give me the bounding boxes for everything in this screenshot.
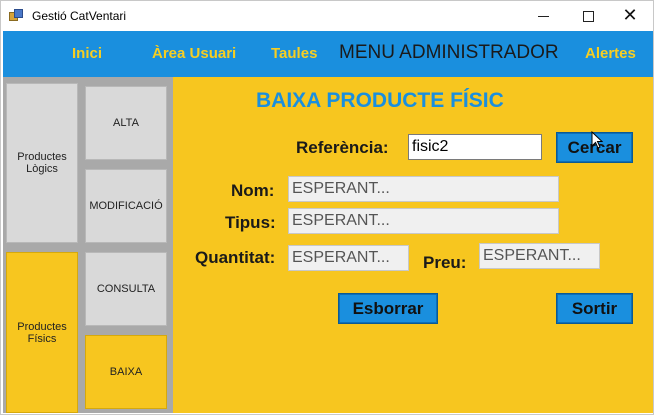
sidebar-action-label: BAIXA [109, 366, 143, 378]
sidebar-action-baixa[interactable]: BAIXA [85, 335, 167, 409]
referencia-input[interactable] [408, 134, 542, 160]
page-title: BAIXA PRODUCTE FÍSIC [256, 89, 504, 112]
referencia-label: Referència: [296, 138, 389, 157]
menu-administrador-label: MENU ADMINISTRADOR [339, 42, 559, 63]
sidebar: Productes Lògics Productes Físics ALTA M… [3, 77, 173, 413]
menu-item-inici[interactable]: Inici [72, 45, 102, 62]
sidebar-action-consulta[interactable]: CONSULTA [85, 252, 167, 326]
maximize-icon [582, 10, 594, 22]
nom-label: Nom: [231, 181, 275, 200]
app-icon [9, 9, 25, 23]
menu-item-taules[interactable]: Taules [271, 45, 317, 62]
sidebar-item-label: Físics [27, 332, 57, 345]
sidebar-item-label: Productes [17, 320, 67, 333]
close-button[interactable]: ✕ [607, 1, 653, 31]
tipus-label: Tipus: [225, 213, 276, 232]
sidebar-action-label: MODIFICACIÓ [89, 200, 163, 212]
sidebar-item-productes-fisics[interactable]: Productes Físics [6, 252, 78, 413]
form-panel: BAIXA PRODUCTE FÍSIC Referència: Cercar … [173, 77, 653, 413]
sidebar-action-label: ALTA [113, 117, 139, 129]
delete-button[interactable]: Esborrar [338, 293, 438, 324]
exit-button[interactable]: Sortir [556, 293, 633, 324]
app-window: Gestió CatVentari ✕ Inici Àrea Usuari Ta… [0, 0, 654, 415]
preu-field[interactable]: ESPERANT... [479, 243, 600, 269]
maximize-button[interactable] [565, 1, 611, 31]
title-bar[interactable]: Gestió CatVentari ✕ [1, 1, 653, 31]
sidebar-action-modificacio[interactable]: MODIFICACIÓ [85, 169, 167, 243]
tipus-field[interactable]: ESPERANT... [288, 208, 559, 234]
mouse-cursor-icon [591, 131, 603, 149]
menu-item-area-usuari[interactable]: Àrea Usuari [152, 45, 238, 62]
sidebar-action-alta[interactable]: ALTA [85, 86, 167, 160]
nom-field[interactable]: ESPERANT... [288, 176, 559, 202]
menu-bar: Inici Àrea Usuari Taules MENU ADMINISTRA… [3, 31, 653, 77]
quantitat-field[interactable]: ESPERANT... [288, 245, 409, 271]
window-title: Gestió CatVentari [32, 9, 127, 23]
menu-item-alertes[interactable]: Alertes [585, 45, 636, 62]
sidebar-action-label: CONSULTA [96, 283, 156, 295]
close-icon: ✕ [622, 5, 638, 26]
minimize-icon [537, 15, 549, 17]
sidebar-item-label: Productes [17, 151, 67, 163]
minimize-button[interactable] [520, 1, 566, 31]
quantitat-label: Quantitat: [195, 248, 276, 267]
preu-label: Preu: [423, 253, 467, 272]
sidebar-item-productes-logics[interactable]: Productes Lògics [6, 83, 78, 243]
sidebar-item-label: Lògics [26, 163, 58, 175]
